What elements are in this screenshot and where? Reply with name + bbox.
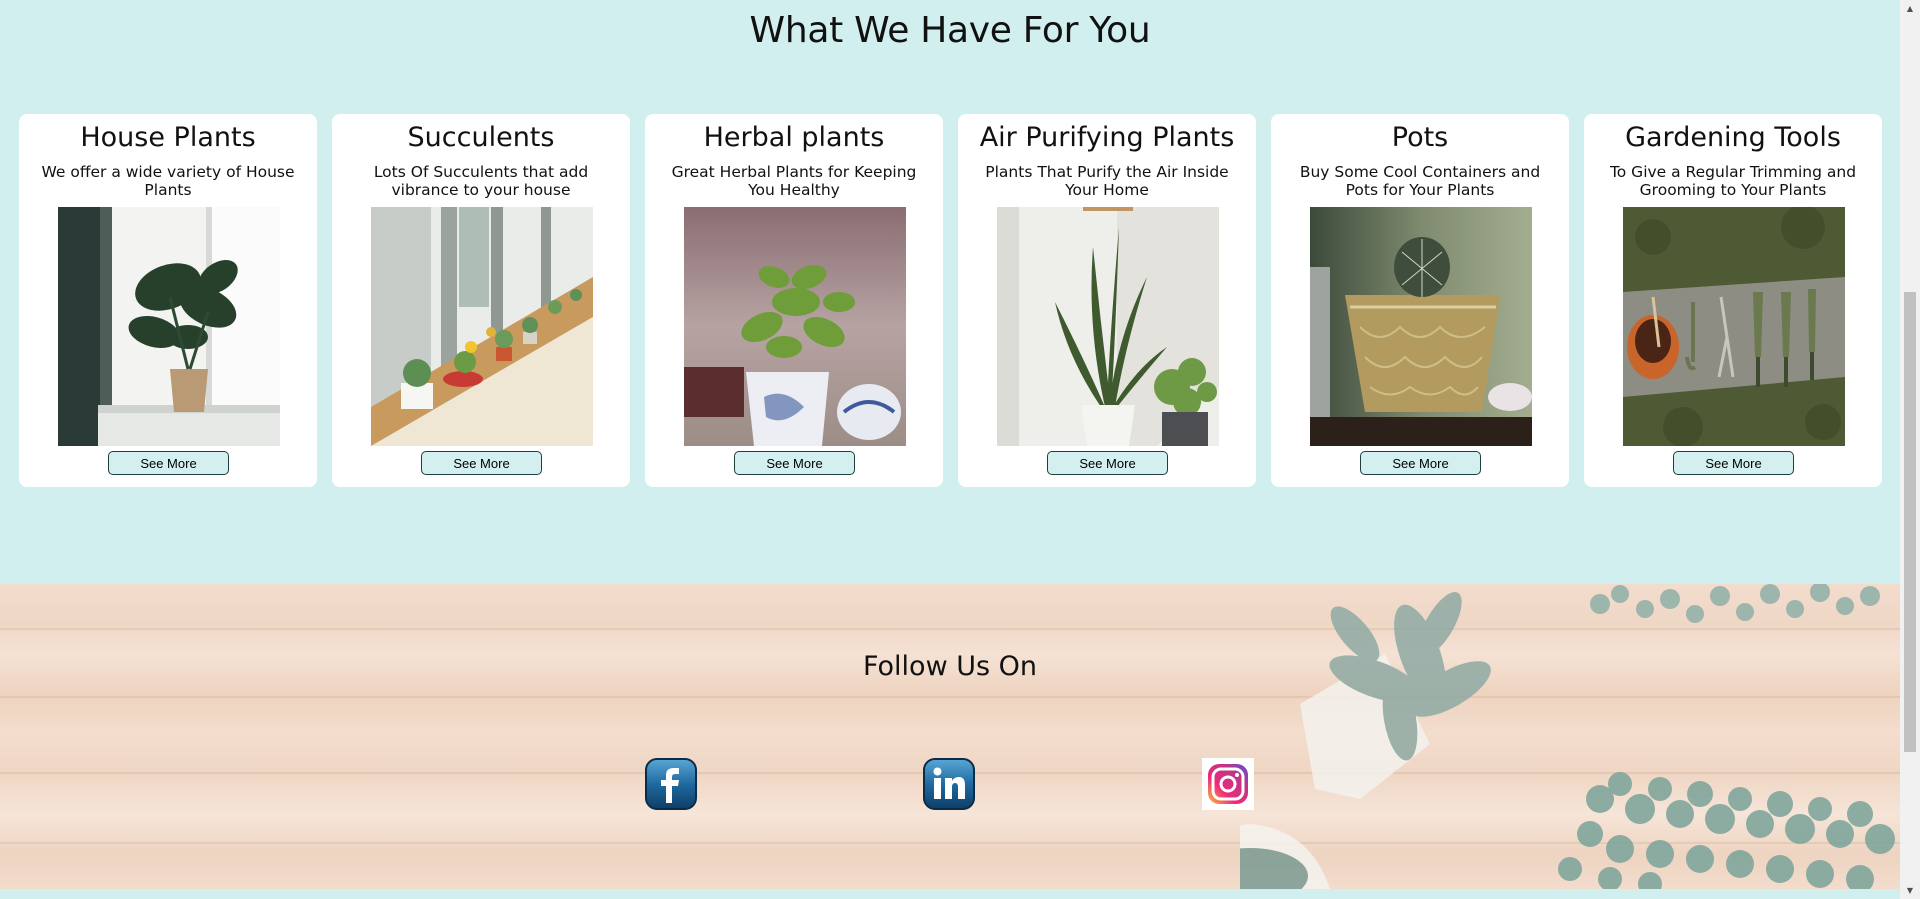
card-pots: Pots Buy Some Cool Containers and Pots f… xyxy=(1271,114,1569,487)
card-title: Air Purifying Plants xyxy=(979,122,1235,153)
footer: Follow Us On xyxy=(0,584,1900,889)
instagram-icon[interactable] xyxy=(1202,758,1254,810)
card-description: Plants That Purify the Air Inside Your H… xyxy=(985,163,1229,199)
vertical-scrollbar[interactable]: ▲ ▼ xyxy=(1900,0,1920,899)
scrollbar-thumb[interactable] xyxy=(1904,292,1916,752)
products-section: What We Have For You House Plants We off… xyxy=(0,0,1900,584)
facebook-icon[interactable] xyxy=(645,758,697,810)
card-title: House Plants xyxy=(80,122,256,153)
bottom-strip xyxy=(0,889,1900,899)
see-more-button[interactable]: See More xyxy=(108,451,229,475)
card-description: Lots Of Succulents that add vibrance to … xyxy=(373,163,589,199)
card-title: Herbal plants xyxy=(703,122,885,153)
footer-title: Follow Us On xyxy=(862,651,1038,682)
section-title: What We Have For You xyxy=(749,10,1151,51)
card-herbal-plants: Herbal plants Great Herbal Plants for Ke… xyxy=(645,114,943,487)
scroll-down-arrow-icon[interactable]: ▼ xyxy=(1900,882,1920,899)
product-cards: House Plants We offer a wide variety of … xyxy=(19,114,1882,487)
see-more-button[interactable]: See More xyxy=(1047,451,1168,475)
card-succulents: Succulents Lots Of Succulents that add v… xyxy=(332,114,630,487)
succulents-image xyxy=(371,207,593,446)
gardening-tools-image xyxy=(1623,207,1845,446)
see-more-button[interactable]: See More xyxy=(421,451,542,475)
card-description: Great Herbal Plants for Keeping You Heal… xyxy=(671,163,917,199)
pots-image xyxy=(1310,207,1532,446)
see-more-button[interactable]: See More xyxy=(1673,451,1794,475)
succulent-decoration xyxy=(1240,584,1895,889)
card-description: To Give a Regular Trimming and Grooming … xyxy=(1609,163,1857,199)
card-house-plants: House Plants We offer a wide variety of … xyxy=(19,114,317,487)
card-description: We offer a wide variety of House Plants xyxy=(41,163,295,199)
house-plants-image xyxy=(58,207,280,446)
herbal-plants-image xyxy=(684,207,906,446)
linkedin-icon[interactable] xyxy=(923,758,975,810)
card-description: Buy Some Cool Containers and Pots for Yo… xyxy=(1299,163,1541,199)
card-title: Gardening Tools xyxy=(1625,122,1841,153)
page: What We Have For You House Plants We off… xyxy=(0,0,1900,899)
card-air-purifying-plants: Air Purifying Plants Plants That Purify … xyxy=(958,114,1256,487)
card-title: Succulents xyxy=(407,122,555,153)
card-gardening-tools: Gardening Tools To Give a Regular Trimmi… xyxy=(1584,114,1882,487)
see-more-button[interactable]: See More xyxy=(734,451,855,475)
air-purifying-plants-image xyxy=(997,207,1219,446)
scroll-up-arrow-icon[interactable]: ▲ xyxy=(1900,0,1920,17)
see-more-button[interactable]: See More xyxy=(1360,451,1481,475)
card-title: Pots xyxy=(1391,122,1449,153)
